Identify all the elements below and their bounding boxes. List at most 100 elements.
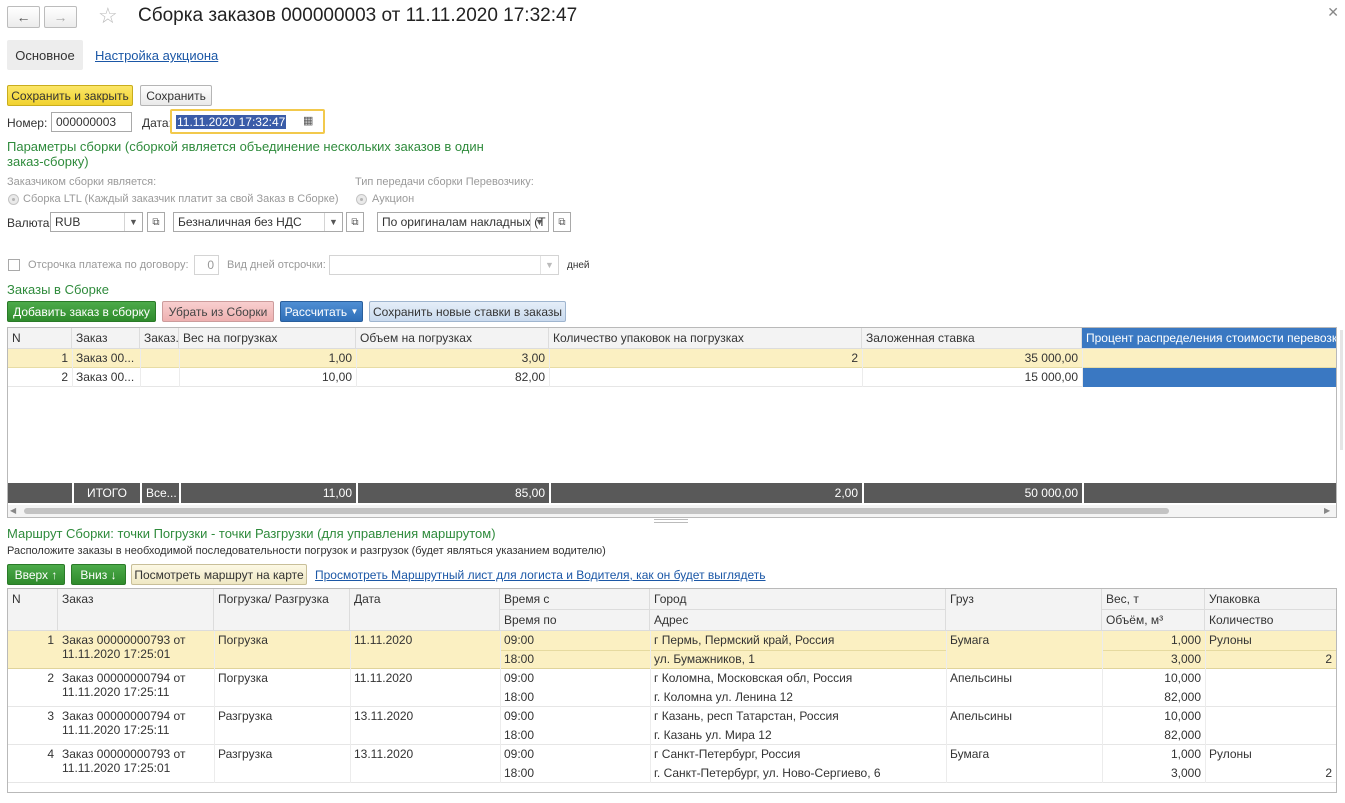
add-order-button[interactable]: Добавить заказ в сборку (7, 301, 156, 322)
row-weight: 1,000 (1170, 633, 1201, 647)
deferral-checkbox[interactable] (8, 259, 20, 271)
save-button[interactable]: Сохранить (140, 85, 212, 106)
row-weight: 1,00 (328, 351, 352, 365)
divider (350, 631, 351, 783)
chevron-down-icon[interactable]: ▼ (530, 213, 548, 231)
date-value: 11.11.2020 17:32:47 (176, 115, 287, 129)
up-button[interactable]: Вверх ↑ (7, 564, 65, 585)
row-time-to: 18:00 (504, 728, 535, 742)
row-packing: Рулоны (1209, 747, 1252, 761)
divider (1102, 631, 1103, 783)
calculate-button[interactable]: Рассчитать ▼ (280, 301, 363, 322)
number-label: Номер: (7, 116, 48, 130)
col-order[interactable]: Заказ (58, 589, 214, 631)
row-cargo: Апельсины (950, 709, 1012, 723)
totals-volume: 85,00 (514, 486, 545, 500)
tab-auction[interactable]: Настройка аукциона (95, 48, 218, 63)
col-qty[interactable]: Количество (1205, 610, 1336, 631)
col-date[interactable]: Дата (350, 589, 500, 631)
view-map-button[interactable]: Посмотреть маршрут на карте (131, 564, 307, 585)
close-icon[interactable]: ✕ (1327, 4, 1339, 21)
divider (549, 349, 550, 387)
route-hint: Расположите заказы в необходимой последо… (7, 545, 606, 557)
transfer-radio[interactable] (356, 194, 367, 205)
divider (72, 349, 73, 387)
chevron-down-icon: ▼ (350, 307, 359, 316)
row-city: г Коломна, Московская обл, Россия (654, 671, 853, 685)
row-order-line2: 11.11.2020 17:25:01 (62, 761, 171, 775)
chevron-down-icon[interactable]: ▼ (540, 256, 558, 274)
docs-select[interactable]: По оригиналам накладных (Т ▼ (377, 212, 549, 232)
row-n: 2 (47, 671, 54, 685)
col-type[interactable]: Погрузка/ Разгрузка (214, 589, 350, 631)
currency-label: Валюта: (7, 216, 53, 230)
col-city[interactable]: Город (650, 589, 946, 610)
payment-select[interactable]: Безналичная без НДС ▼ (173, 212, 343, 232)
col-weight[interactable]: Вес, т (1102, 589, 1205, 610)
forward-button[interactable]: → (44, 6, 77, 28)
row-time-from: 09:00 (504, 747, 535, 761)
calculate-label: Рассчитать (284, 304, 348, 319)
row-order-line2: 11.11.2020 17:25:11 (62, 723, 170, 737)
star-icon[interactable]: ☆ (98, 3, 118, 29)
row-time-to: 18:00 (504, 652, 535, 666)
remove-order-button[interactable]: Убрать из Сборки (162, 301, 274, 322)
col-rate[interactable]: Заложенная ставка (862, 328, 1082, 349)
currency-select[interactable]: RUB ▼ (50, 212, 143, 232)
splitter-handle[interactable] (654, 519, 688, 523)
route-sheet-link[interactable]: Просмотреть Маршрутный лист для логиста … (315, 568, 766, 582)
row-city: г Казань, респ Татарстан, Россия (654, 709, 839, 723)
number-field[interactable]: 000000003 (51, 112, 132, 132)
col-cargo[interactable]: Груз (946, 589, 1102, 631)
open-icon[interactable]: ⧉ (553, 212, 571, 232)
back-button[interactable]: ← (7, 6, 40, 28)
divider (214, 631, 215, 783)
row-n: 1 (47, 633, 54, 647)
params-title: Параметры сборки (сборкой является объед… (7, 139, 484, 169)
docs-value: По оригиналам накладных (Т (382, 215, 546, 229)
totals-rate: 50 000,00 (1024, 486, 1078, 500)
col-order2[interactable]: Заказ... (140, 328, 179, 349)
chevron-down-icon[interactable]: ▼ (324, 213, 342, 231)
row-cargo: Апельсины (950, 671, 1012, 685)
scroll-right-icon[interactable]: ▶ (1324, 506, 1330, 515)
days-type-select[interactable]: ▼ (329, 255, 559, 275)
deferral-field[interactable]: 0 (194, 255, 219, 275)
calendar-icon[interactable]: ▦ (303, 114, 313, 127)
open-icon[interactable]: ⧉ (346, 212, 364, 232)
col-n[interactable]: N (8, 328, 72, 349)
col-n[interactable]: N (8, 589, 58, 631)
percent-cell-active[interactable] (1082, 368, 1336, 387)
col-address[interactable]: Адрес (650, 610, 946, 631)
col-volume[interactable]: Объем на погрузках (356, 328, 549, 349)
divider (650, 631, 651, 783)
col-time-from[interactable]: Время с (500, 589, 650, 610)
divider (356, 349, 357, 387)
save-rates-button[interactable]: Сохранить новые ставки в заказы (369, 301, 566, 322)
down-button[interactable]: Вниз ↓ (71, 564, 126, 585)
transfer-label: Тип передачи сборки Перевозчику: (355, 176, 534, 188)
customer-radio[interactable] (8, 194, 19, 205)
tab-main[interactable]: Основное (7, 40, 83, 70)
col-order[interactable]: Заказ (72, 328, 140, 349)
open-icon[interactable]: ⧉ (147, 212, 165, 232)
col-time-to[interactable]: Время по (500, 610, 650, 631)
col-weight[interactable]: Вес на погрузках (179, 328, 356, 349)
col-packing[interactable]: Упаковка (1205, 589, 1336, 610)
col-percent[interactable]: Процент распределения стоимости перевозк… (1082, 328, 1336, 349)
divider (946, 631, 947, 783)
scrollbar-thumb[interactable] (24, 508, 1169, 514)
save-close-button[interactable]: Сохранить и закрыть (7, 85, 133, 106)
date-field[interactable]: 11.11.2020 17:32:47 (173, 112, 301, 132)
vertical-scrollbar[interactable] (1340, 330, 1343, 450)
col-packs[interactable]: Количество упаковок на погрузках (549, 328, 862, 349)
col-volume[interactable]: Объём, м³ (1102, 610, 1205, 631)
chevron-down-icon[interactable]: ▼ (124, 213, 142, 231)
window-title: Сборка заказов 000000003 от 11.11.2020 1… (138, 5, 578, 26)
row-date: 11.11.2020 (354, 633, 413, 647)
days-type-label: Вид дней отсрочки: (227, 259, 326, 271)
row-rate: 15 000,00 (1024, 370, 1078, 384)
row-date: 13.11.2020 (354, 709, 414, 723)
scroll-left-icon[interactable]: ◀ (10, 506, 16, 515)
row-address: г. Санкт-Петербург, ул. Ново-Сергиево, 6 (654, 766, 881, 780)
